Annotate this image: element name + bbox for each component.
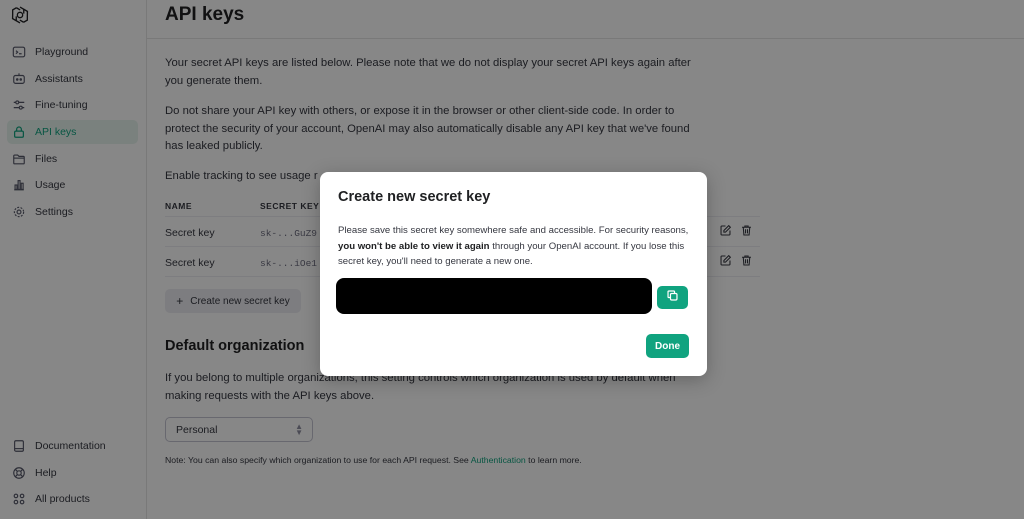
done-button[interactable]: Done [646, 334, 689, 358]
modal-text-part: Please save this secret key somewhere sa… [338, 225, 689, 236]
modal-description: Please save this secret key somewhere sa… [338, 223, 693, 270]
copy-icon [666, 289, 679, 307]
secret-key-field[interactable] [336, 278, 652, 314]
copy-button[interactable] [657, 286, 688, 309]
create-secret-key-modal: Create new secret key Please save this s… [320, 172, 707, 376]
modal-text-bold: you won't be able to view it again [338, 240, 490, 252]
modal-title: Create new secret key [338, 189, 491, 205]
